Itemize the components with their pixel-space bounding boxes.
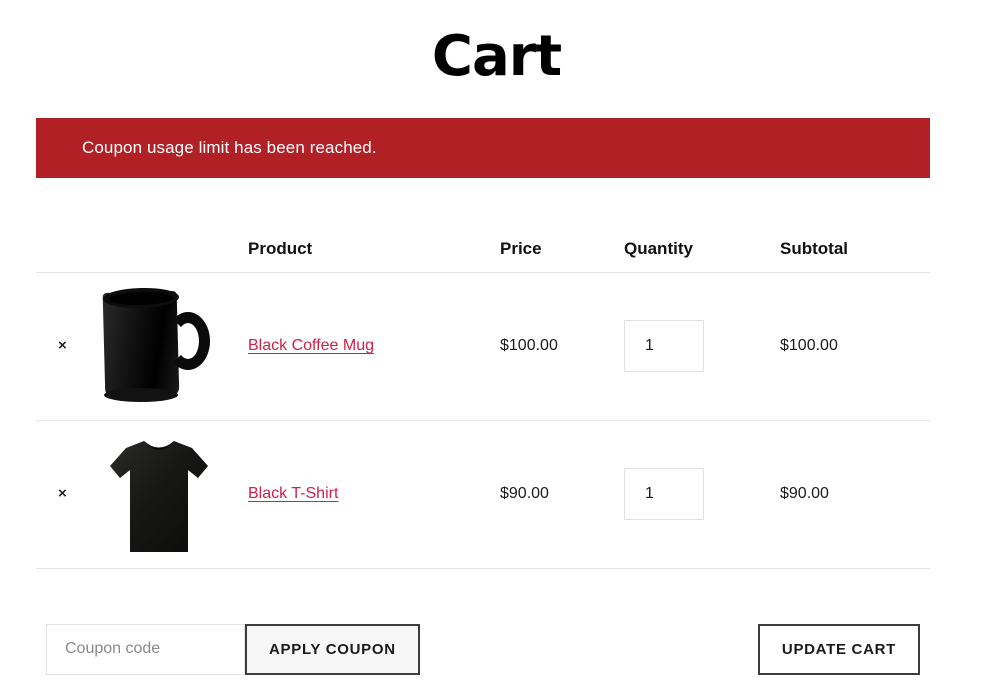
table-row: × Black T-Shirt $90.00 1 $90.00	[36, 420, 930, 569]
header-product: Product	[248, 226, 500, 273]
header-quantity: Quantity	[624, 226, 780, 273]
quantity-input[interactable]	[624, 320, 704, 372]
cart-page: Cart Coupon usage limit has been reached…	[0, 0, 993, 695]
apply-coupon-button[interactable]: APPLY COUPON	[245, 623, 420, 675]
remove-item-icon[interactable]: ×	[58, 486, 67, 501]
t-shirt-shape	[106, 436, 212, 554]
product-link-black-t-shirt[interactable]: Black T-Shirt	[248, 485, 338, 502]
cart-actions: APPLY COUPON UPDATE CART	[36, 623, 930, 675]
product-price: $90.00	[500, 420, 624, 569]
cart-actions-row: APPLY COUPON UPDATE CART	[36, 568, 930, 695]
mug-icon[interactable]	[100, 284, 218, 409]
error-notice-banner: Coupon usage limit has been reached.	[36, 118, 930, 178]
product-thumbnail-cell	[96, 272, 248, 421]
cart-table: Product Price Quantity Subtotal × Black …	[36, 226, 930, 695]
quantity-input[interactable]	[624, 468, 704, 520]
coupon-group: APPLY COUPON	[46, 623, 420, 675]
coupon-input[interactable]	[46, 623, 245, 675]
mug-base	[104, 387, 178, 402]
page-title: Cart	[431, 24, 562, 89]
header-remove	[36, 226, 96, 273]
remove-cell: ×	[36, 272, 96, 421]
cart-actions-cell: APPLY COUPON UPDATE CART	[36, 568, 930, 695]
product-name-cell: Black Coffee Mug	[248, 272, 500, 421]
cart-table-head: Product Price Quantity Subtotal	[36, 226, 930, 273]
t-shirt-icon[interactable]	[100, 432, 218, 557]
table-header-row: Product Price Quantity Subtotal	[36, 226, 930, 273]
header-subtotal: Subtotal	[780, 226, 930, 273]
product-name-cell: Black T-Shirt	[248, 420, 500, 569]
update-cart-button[interactable]: UPDATE CART	[757, 623, 920, 675]
notice-message: Coupon usage limit has been reached.	[82, 138, 377, 157]
product-price: $100.00	[500, 272, 624, 421]
mug-handle	[166, 311, 210, 370]
remove-cell: ×	[36, 420, 96, 569]
product-subtotal: $100.00	[780, 272, 930, 421]
table-row: × Black Coffee Mug $100.00 1 $100.00	[36, 272, 930, 421]
cart-table-body: × Black Coffee Mug $100.00 1 $100.00 × B…	[36, 272, 930, 695]
header-price: Price	[500, 226, 624, 273]
product-link-black-coffee-mug[interactable]: Black Coffee Mug	[248, 337, 374, 354]
product-quantity-cell	[624, 272, 780, 421]
product-subtotal: $90.00	[780, 420, 930, 569]
product-thumbnail-cell	[96, 420, 248, 569]
product-quantity-cell	[624, 420, 780, 569]
header-thumbnail	[96, 226, 248, 273]
remove-item-icon[interactable]: ×	[58, 338, 67, 353]
